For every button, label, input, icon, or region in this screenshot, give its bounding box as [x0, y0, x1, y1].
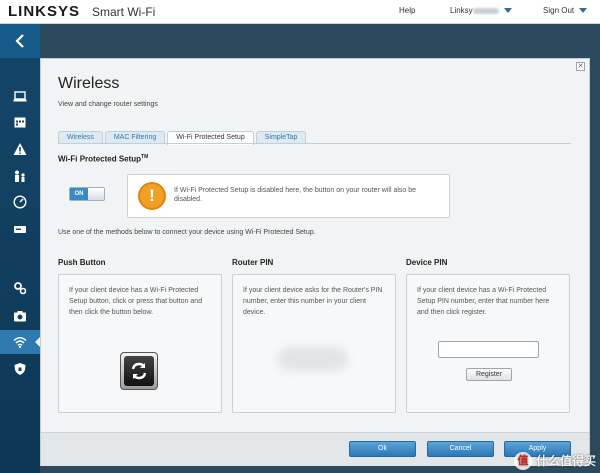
- section-title-text: Wi-Fi Protected Setup: [58, 154, 142, 164]
- wireless-dialog: ✕ Wireless View and change router settin…: [40, 58, 590, 466]
- user-name: Linksy: [450, 6, 473, 15]
- product-name: Smart Wi-Fi: [92, 5, 156, 19]
- tab-divider: [58, 143, 571, 144]
- user-menu[interactable]: Linksy: [450, 6, 512, 15]
- router-pin-redacted: [278, 347, 348, 371]
- chevron-down-icon: [579, 8, 588, 14]
- watermark: 值 什么值得买: [470, 448, 600, 473]
- sidebar-item-camera[interactable]: [0, 304, 40, 328]
- push-button-text: If your client device has a Wi-Fi Protec…: [69, 287, 203, 316]
- close-button[interactable]: ✕: [576, 62, 585, 71]
- parental-icon: [15, 170, 25, 182]
- wps-icon: [124, 356, 154, 386]
- alert-icon: [13, 143, 27, 155]
- sidebar-item-devices[interactable]: [0, 84, 40, 108]
- warning-icon: !: [138, 182, 166, 210]
- device-pin-title: Device PIN: [406, 258, 448, 267]
- device-pin-panel: If your client device has a Wi-Fi Protec…: [406, 274, 570, 413]
- register-button[interactable]: Register: [466, 368, 512, 381]
- back-button[interactable]: [0, 24, 40, 58]
- watermark-text: 什么值得买: [535, 454, 596, 468]
- ok-button[interactable]: Ok: [349, 441, 416, 457]
- chevron-left-icon: [15, 34, 24, 48]
- calendar-icon: [14, 117, 26, 128]
- speed-icon: [13, 195, 27, 209]
- wifi-icon: [13, 337, 27, 349]
- sign-out-label: Sign Out: [543, 6, 575, 15]
- intro-text: Use one of the methods below to connect …: [58, 229, 316, 236]
- sidebar-item-alerts[interactable]: [0, 137, 40, 161]
- close-icon: ✕: [577, 63, 584, 70]
- trademark-mark: TM: [141, 154, 149, 160]
- section-title: Wi-Fi Protected SetupTM: [58, 154, 148, 164]
- push-button-panel: If your client device has a Wi-Fi Protec…: [58, 274, 222, 413]
- page-subtitle: View and change router settings: [58, 101, 158, 108]
- sidebar-item-schedule[interactable]: [0, 110, 40, 134]
- sidebar-item-security[interactable]: [0, 357, 40, 381]
- storage-icon: [14, 226, 26, 233]
- sidebar-item-parental[interactable]: [0, 164, 40, 188]
- page-title: Wireless: [58, 75, 120, 92]
- top-bar: LINKSYS Smart Wi-Fi Help Linksy Sign Out: [0, 0, 600, 24]
- wps-push-button[interactable]: [120, 352, 158, 390]
- device-pin-text: If your client device has a Wi-Fi Protec…: [417, 287, 550, 316]
- router-pin-text: If your client device asks for the Route…: [243, 287, 383, 316]
- user-name-redacted: [472, 7, 499, 14]
- camera-icon: [14, 311, 26, 322]
- laptop-icon: [13, 91, 27, 102]
- shield-icon: [14, 363, 26, 375]
- watermark-badge: 值: [513, 451, 532, 470]
- help-link[interactable]: Help: [399, 6, 415, 15]
- sign-out-menu[interactable]: Sign Out: [543, 6, 588, 15]
- toggle-on-label: ON: [70, 188, 88, 200]
- sidebar-item-settings[interactable]: [0, 276, 40, 300]
- toggle-knob: [88, 188, 104, 200]
- brand-logo: LINKSYS: [8, 3, 81, 20]
- sidebar-item-storage[interactable]: [0, 217, 40, 241]
- router-pin-panel: If your client device asks for the Route…: [232, 274, 396, 413]
- settings-icon: [14, 282, 27, 295]
- sidebar-item-wireless[interactable]: [0, 330, 40, 354]
- push-button-title: Push Button: [58, 258, 106, 267]
- router-pin-title: Router PIN: [232, 258, 274, 267]
- device-pin-input[interactable]: [438, 341, 539, 358]
- sidebar: [0, 24, 40, 473]
- warning-box: ! If Wi-Fi Protected Setup is disabled h…: [127, 174, 450, 218]
- wps-toggle[interactable]: ON: [69, 187, 105, 201]
- chevron-down-icon: [503, 8, 512, 14]
- sidebar-item-speed[interactable]: [0, 190, 40, 214]
- warning-text: If Wi-Fi Protected Setup is disabled her…: [174, 187, 417, 203]
